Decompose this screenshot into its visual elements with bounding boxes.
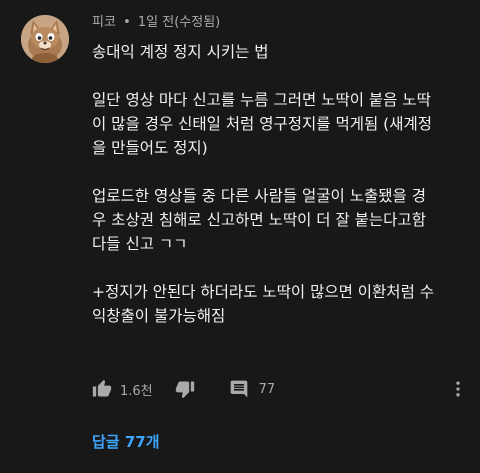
thumbs-up-icon (92, 379, 112, 397)
comment-time[interactable]: 1일 전(수정됨) (138, 15, 220, 30)
view-replies-link[interactable]: 답글 77개 (92, 431, 160, 452)
comment-actions: 1.6천 77 (92, 375, 472, 403)
comment-line: 익창출이 불가능해짐 (92, 307, 226, 325)
avatar[interactable] (21, 15, 69, 63)
reply-count: 77 (258, 381, 276, 397)
cat-avatar-icon (21, 15, 69, 63)
comment-line: 업로드한 영상들 중 다른 사람들 얼굴이 노출됐을 경 (92, 187, 426, 205)
like-button[interactable]: 1.6천 (92, 379, 153, 399)
author-name[interactable]: 피코 (92, 15, 116, 30)
comment-paragraph: 업로드한 영상들 중 다른 사람들 얼굴이 노출됐을 경 우 초상권 침해로 신… (92, 184, 464, 256)
reply-button[interactable]: 77 (229, 379, 276, 399)
comment-content: 피코 • 1일 전(수정됨) 송대익 계정 정지 시키는 법 일단 영상 마다 … (92, 14, 464, 328)
dislike-button[interactable] (175, 379, 195, 399)
comment-line: 이 많을 경우 신태일 처럼 영구정지를 먹게됨 (새계정 (92, 115, 432, 133)
comment-line: 우 초상권 침해로 신고하면 노딱이 더 잘 붙는다고함 (92, 211, 426, 229)
comment-paragraph: 일단 영상 마다 신고를 누름 그러면 노딱이 붙음 노딱 이 많을 경우 신태… (92, 88, 464, 160)
comment-paragraph: +정지가 안된다 하더라도 노딱이 많으면 이환처럼 수 익창출이 불가능해짐 (92, 280, 464, 328)
more-options-button[interactable] (448, 379, 468, 399)
meta-separator: • (123, 15, 131, 30)
like-count: 1.6천 (120, 383, 153, 399)
comment-line: 송대익 계정 정지 시키는 법 (92, 43, 269, 61)
comment-line: 일단 영상 마다 신고를 누름 그러면 노딱이 붙음 노딱 (92, 91, 431, 109)
comment-paragraph: 송대익 계정 정지 시키는 법 (92, 40, 464, 64)
thumbs-down-icon (175, 381, 194, 399)
comment-line: 을 만들어도 정지) (92, 139, 208, 157)
comment-text: 송대익 계정 정지 시키는 법 일단 영상 마다 신고를 누름 그러면 노딱이 … (92, 40, 464, 328)
comment-line: +정지가 안된다 하더라도 노딱이 많으면 이환처럼 수 (92, 283, 435, 301)
comment-line: 다들 신고 ㄱㄱ (92, 235, 188, 253)
comment-meta: 피코 • 1일 전(수정됨) (92, 14, 464, 32)
more-vert-icon (456, 381, 460, 397)
comment-icon (230, 380, 247, 398)
